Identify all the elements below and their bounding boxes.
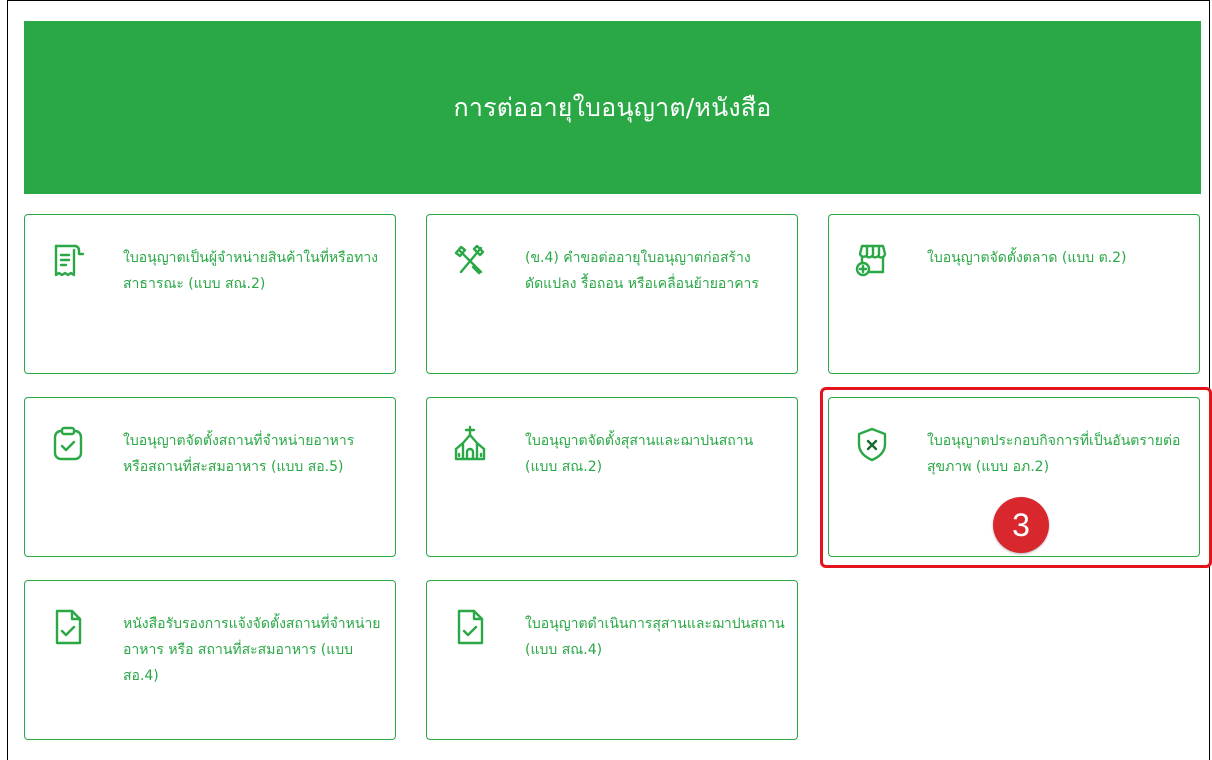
construction-tools-icon: [453, 242, 487, 280]
page-title: การต่ออายุใบอนุญาต/หนังสือ: [453, 92, 772, 122]
card-cemetery-license[interactable]: ใบอนุญาตจัดตั้งสุสานและฌาปนสถาน (แบบ สณ.…: [426, 397, 798, 557]
card-cemetery-operation-license[interactable]: ใบอนุญาตดำเนินการสุสานและฌาปนสถาน (แบบ ส…: [426, 580, 798, 740]
clipboard-check-icon: [51, 425, 85, 463]
card-label: ใบอนุญาตจัดตั้งตลาด (แบบ ต.2): [927, 250, 1127, 266]
card-building-permit-renewal[interactable]: (ข.4) คำขอต่ออายุใบอนุญาตก่อสร้าง ดัดแปล…: [426, 214, 798, 374]
card-market-license[interactable]: ใบอนุญาตจัดตั้งตลาด (แบบ ต.2): [828, 214, 1200, 374]
step-number-badge: 3: [993, 497, 1049, 553]
page-header-banner: การต่ออายุใบอนุญาต/หนังสือ: [24, 21, 1201, 194]
card-label: ใบอนุญาตเป็นผู้จำหน่ายสินค้าในที่หรือทาง…: [123, 250, 379, 292]
card-label: ใบอนุญาตจัดตั้งสถานที่จำหน่ายอาหาร หรือส…: [123, 433, 355, 475]
document-check-icon: [51, 608, 85, 646]
card-food-notification-certificate[interactable]: หนังสือรับรองการแจ้งจัดตั้งสถานที่จำหน่า…: [24, 580, 396, 740]
receipt-icon: [51, 242, 85, 280]
card-label: ใบอนุญาตดำเนินการสุสานและฌาปนสถาน (แบบ ส…: [525, 616, 785, 658]
card-label: ใบอนุญาตจัดตั้งสุสานและฌาปนสถาน (แบบ สณ.…: [525, 433, 754, 475]
document-check-icon: [453, 608, 487, 646]
card-street-vendor-license[interactable]: ใบอนุญาตเป็นผู้จำหน่ายสินค้าในที่หรือทาง…: [24, 214, 396, 374]
card-label: (ข.4) คำขอต่ออายุใบอนุญาตก่อสร้าง ดัดแปล…: [525, 250, 759, 292]
card-label: หนังสือรับรองการแจ้งจัดตั้งสถานที่จำหน่า…: [123, 616, 381, 684]
card-food-establishment-license[interactable]: ใบอนุญาตจัดตั้งสถานที่จำหน่ายอาหาร หรือส…: [24, 397, 396, 557]
church-icon: [453, 425, 487, 463]
market-store-icon: [855, 242, 889, 280]
